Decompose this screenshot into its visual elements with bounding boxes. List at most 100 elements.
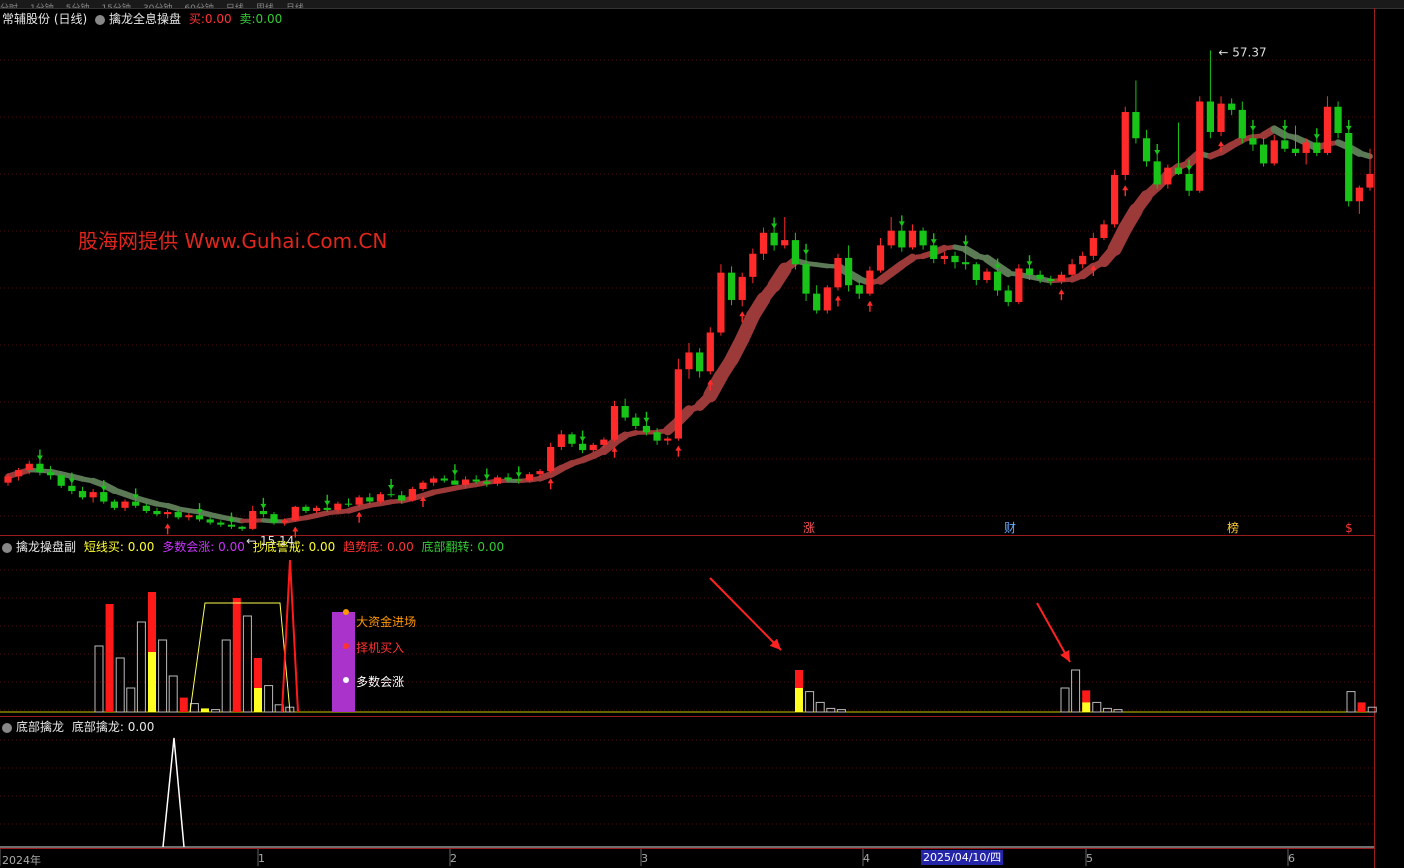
candle-body (100, 492, 108, 502)
trend-ribbon-segment (1356, 150, 1373, 160)
legend-dot (343, 609, 349, 615)
sell-arrow-mark (515, 466, 522, 478)
candle-body (908, 230, 917, 248)
candle-body (632, 417, 640, 426)
candle-body (972, 264, 980, 280)
candle-body (302, 506, 310, 511)
candle-body (1355, 187, 1363, 202)
candle-body (419, 482, 427, 489)
candle-body (1185, 173, 1193, 191)
candle-body (930, 245, 938, 259)
candle-body (1025, 268, 1034, 275)
event-mark: 榜 (1227, 520, 1239, 535)
sub1-bar-white (836, 709, 846, 713)
sub1-bar-white (126, 687, 136, 713)
candle-body (504, 477, 512, 480)
candle-body (844, 257, 853, 286)
candle-body (738, 276, 746, 300)
candle-body (1132, 112, 1140, 139)
event-mark: $ (1345, 521, 1353, 535)
buy-arrow-mark (164, 523, 171, 535)
candle-body (1238, 109, 1246, 139)
candle-body (1164, 167, 1172, 185)
candle-body (919, 230, 927, 246)
buy-arrow-mark (866, 300, 873, 312)
candle-body (515, 479, 523, 481)
candle-body (451, 480, 459, 485)
candle-body (1196, 101, 1204, 191)
candle-body (121, 501, 129, 508)
candle-body (398, 495, 406, 501)
candle-body (749, 253, 757, 277)
sell-arrow-mark (1313, 128, 1320, 140)
candle-body (312, 507, 321, 511)
sub1-bar-white (168, 675, 178, 713)
candle-body (110, 501, 119, 508)
candle-body (898, 230, 906, 248)
candle-body (983, 271, 991, 280)
candle-body (1323, 106, 1332, 153)
candle-body (1217, 103, 1225, 132)
candle-body (78, 491, 87, 498)
sell-arrow-mark (36, 449, 43, 461)
candle-body (1281, 140, 1289, 149)
candle-body (68, 485, 76, 492)
candle-body (696, 352, 704, 372)
candle-body (408, 488, 416, 501)
candle-body (781, 240, 789, 246)
candle-body (1068, 264, 1076, 275)
candle-body (791, 240, 800, 265)
sell-arrow-mark (1026, 255, 1033, 267)
candle-body (472, 479, 480, 482)
buy-arrow-mark (547, 478, 554, 490)
candle-body (674, 369, 682, 439)
candle-body (483, 481, 491, 484)
sub1-bar-white (211, 709, 221, 713)
candle-body (366, 497, 374, 502)
candle-body (1015, 268, 1023, 303)
sub1-bar-yellow (254, 688, 262, 712)
candle-body (1334, 106, 1342, 133)
candle-body (4, 476, 12, 483)
candle-body (717, 272, 725, 333)
candle-body (259, 511, 267, 515)
candle-body (36, 463, 44, 473)
sell-arrow-mark (1345, 119, 1352, 131)
sell-arrow-mark (1281, 119, 1288, 131)
candle-body (887, 230, 895, 246)
candle-body (1291, 148, 1300, 153)
sub1-bar-yellow (201, 708, 209, 712)
candle-body (834, 257, 842, 288)
candle-body (962, 262, 970, 265)
sell-arrow-mark (962, 235, 969, 247)
candle-body (323, 507, 331, 510)
sub1-bar-yellow (1082, 702, 1091, 712)
candle-body (653, 432, 661, 441)
candle-body (281, 520, 289, 523)
sell-arrow-mark (803, 243, 810, 255)
sell-arrow-mark (898, 215, 905, 227)
candle-body (195, 515, 204, 520)
candle-body (1111, 175, 1119, 225)
sell-arrow-mark (388, 478, 395, 490)
event-mark: 涨 (803, 520, 815, 535)
kline-chart[interactable]: ← 57.37 ← 15.14 涨 财 榜 $ (0, 0, 1404, 868)
legend-dot (343, 643, 349, 649)
candle-body (525, 474, 534, 481)
sub1-bar-white (1346, 691, 1356, 713)
candle-body (600, 439, 608, 445)
sub1-bar-red (1357, 702, 1366, 712)
candle-body (89, 492, 97, 498)
candle-body (387, 494, 395, 496)
sub1-purple-column (332, 612, 355, 712)
candle-body (461, 479, 470, 485)
candle-body (1089, 238, 1097, 256)
candle-body (1249, 138, 1257, 145)
sub1-bar-white (1071, 669, 1081, 713)
sub1-bar-white (158, 639, 168, 713)
sub1-bar-white (221, 639, 231, 713)
sub1-bar-white (1092, 701, 1102, 713)
sell-arrow-mark (451, 464, 458, 476)
legend-dot (343, 677, 349, 683)
candle-body (802, 264, 810, 294)
